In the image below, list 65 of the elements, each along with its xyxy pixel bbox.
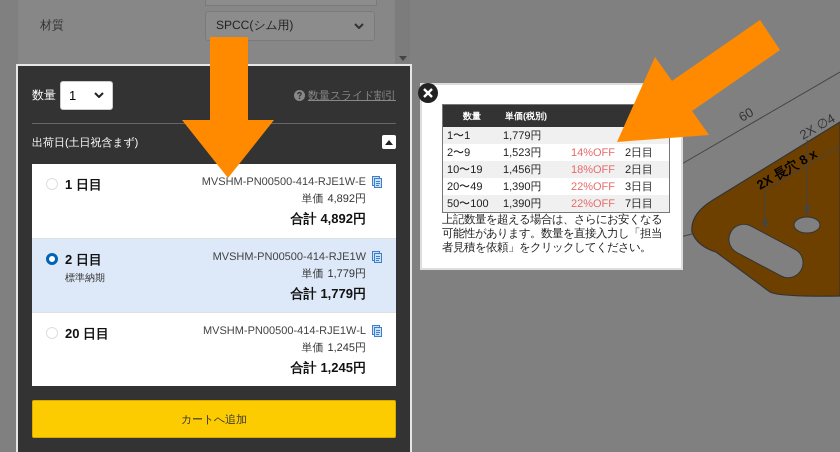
- table-cell-text: 20〜49: [446, 180, 484, 194]
- table-cell-text: 7日目: [625, 197, 654, 211]
- total-label: 合計: [290, 359, 316, 377]
- dimension-label: 2X 長穴 8 x: [754, 146, 820, 193]
- total-label: 合計: [290, 285, 316, 303]
- unit-price: 4,892円: [327, 192, 366, 206]
- part-number: MVSHM-PN00500-414-RJE1W: [212, 251, 366, 263]
- part-number: MVSHM-PN00500-414-RJE1W-L: [202, 325, 366, 337]
- table-cell-text: 1,390円: [503, 180, 543, 194]
- column-header: 数量: [462, 110, 482, 122]
- table-cell-text: 10〜19: [446, 163, 484, 177]
- quantity-label: 数量: [32, 86, 56, 104]
- scrollbar[interactable]: [395, 0, 410, 63]
- delivery-option[interactable]: 20 日目 MVSHM-PN00500-414-RJE1W-L 単価 1,245円 合計 1,245円: [32, 312, 396, 386]
- dimension-label: 60: [736, 104, 756, 125]
- copy-icon[interactable]: [372, 251, 382, 263]
- table-cell-text: 2日目: [625, 146, 654, 160]
- table-cell-text: 1,390円: [503, 197, 543, 211]
- delivery-days: 1 日目: [65, 176, 102, 194]
- total-price: 4,892円: [320, 210, 366, 228]
- table-cell-text: 1,523円: [503, 146, 543, 160]
- discount-cell-text: 18%OFF: [570, 164, 616, 176]
- total-label: 合計: [290, 210, 316, 228]
- unit-price-label: 単価: [301, 341, 324, 355]
- delivery-days: 20 日目: [65, 325, 110, 343]
- discount-cell-text: 14%OFF: [570, 146, 616, 158]
- table-cell-text: 2日目: [625, 163, 654, 177]
- field-label: 材質: [40, 17, 65, 34]
- help-icon[interactable]: [294, 90, 305, 100]
- table-cell-text: 1,779円: [503, 129, 543, 143]
- table-cell-text: 1〜1: [446, 129, 472, 143]
- part-number: MVSHM-PN00500-414-RJE1W-E: [202, 176, 366, 188]
- delivery-note: 標準納期: [65, 272, 105, 285]
- discount-cell-text: 22%OFF: [570, 180, 616, 192]
- unit-price-label: 単価: [301, 267, 324, 281]
- dimension-label: 2X ∅4: [797, 110, 838, 143]
- delivery-option[interactable]: 2 日目 標準納期 MVSHM-PN00500-414-RJE1W 単価 1,779円 合計 1,779円: [32, 238, 396, 312]
- discount-link[interactable]: 数量スライド割引: [308, 88, 396, 102]
- unit-price: 1,245円: [327, 341, 366, 355]
- chevron-icon: [94, 92, 104, 98]
- scroll-down-icon[interactable]: [399, 56, 407, 61]
- popup-note: 上記数量を超える場合は、さらにお安くなる可能性があります。数量を直接入力し「担当者見積を依頼」をクリックしてください。: [442, 213, 663, 255]
- quantity-select[interactable]: 1: [60, 80, 113, 110]
- ship-date-heading: 出荷日(土日祝含まず): [32, 136, 138, 150]
- triangle-icon: [385, 140, 393, 144]
- delivery-days: 2 日目: [65, 251, 105, 269]
- delivery-option[interactable]: 1 日目 MVSHM-PN00500-414-RJE1W-E 単価 4,892円 合計 4,892円: [32, 164, 396, 238]
- table-cell-text: 1,456円: [503, 163, 543, 177]
- column-header: 単価(税別): [504, 110, 548, 122]
- close-button[interactable]: [418, 83, 438, 103]
- unit-price-label: 単価: [301, 192, 324, 206]
- add-to-cart-button[interactable]: カートへ追加: [32, 400, 396, 438]
- collapse-button[interactable]: [382, 135, 396, 149]
- table-cell-text: 3日目: [625, 180, 654, 194]
- radio-button[interactable]: [46, 253, 58, 265]
- table-cell-text: 50〜100: [446, 197, 490, 211]
- chevron-icon: [354, 22, 364, 28]
- total-price: 1,245円: [320, 359, 366, 377]
- table-cell-text: 2〜9: [446, 146, 472, 160]
- discount-cell-text: 22%OFF: [570, 198, 616, 210]
- copy-icon[interactable]: [372, 325, 382, 337]
- total-price: 1,779円: [320, 285, 366, 303]
- material-select[interactable]: SPCC(シム用): [205, 10, 375, 40]
- copy-icon[interactable]: [372, 176, 382, 188]
- unit-price: 1,779円: [327, 267, 366, 281]
